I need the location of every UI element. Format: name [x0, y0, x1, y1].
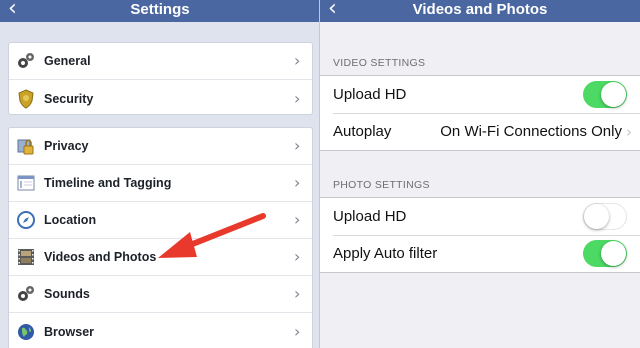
settings-group-account: General › Security ›: [8, 42, 313, 115]
chevron-right-icon: ›: [294, 88, 301, 108]
page-title: Videos and Photos: [412, 1, 548, 18]
photo-upload-hd-toggle[interactable]: [583, 203, 627, 230]
settings-item-sounds[interactable]: Sounds ›: [9, 276, 312, 313]
video-settings-group: Upload HD Autoplay On Wi-Fi Connections …: [320, 75, 640, 151]
settings-item-location[interactable]: Location ›: [9, 202, 312, 239]
chevron-right-icon: ›: [294, 173, 301, 192]
chevron-right-icon: ›: [294, 136, 301, 155]
chevron-right-icon: ›: [294, 51, 301, 70]
film-icon: [15, 246, 37, 268]
settings-item-timeline[interactable]: Timeline and Tagging ›: [9, 165, 312, 202]
settings-item-label: Location: [44, 213, 97, 227]
settings-item-general[interactable]: General ›: [9, 43, 312, 80]
timeline-icon: [15, 172, 37, 194]
chevron-right-icon: ›: [294, 284, 301, 303]
chevron-right-icon: ›: [294, 247, 301, 266]
badge-icon: [15, 88, 37, 110]
auto-filter-toggle[interactable]: [583, 240, 627, 267]
photo-settings-group: Upload HD Apply Auto filter: [320, 197, 640, 273]
settings-item-videos-photos[interactable]: Videos and Photos ›: [9, 239, 312, 276]
settings-item-label: Privacy: [44, 139, 89, 153]
chevron-right-icon: ›: [294, 321, 301, 341]
video-upload-hd-toggle[interactable]: [583, 81, 627, 108]
settings-group-preferences: Privacy › Timeline and Tagging › Locatio…: [8, 127, 313, 348]
videos-photos-pane: ‹ Videos and Photos VIDEO SETTINGS Uploa…: [320, 0, 640, 348]
globe-icon: [15, 321, 37, 343]
auto-filter-cell: Apply Auto filter: [320, 235, 640, 272]
compass-icon: [15, 209, 37, 231]
video-upload-hd-cell: Upload HD: [320, 76, 640, 113]
autoplay-label: Autoplay: [333, 123, 392, 140]
settings-navbar: ‹ Settings: [0, 0, 320, 22]
page-title: Settings: [130, 1, 190, 18]
screen: ‹ Settings General › Security › Privacy …: [0, 0, 640, 348]
photo-upload-hd-cell: Upload HD: [320, 198, 640, 235]
settings-item-privacy[interactable]: Privacy ›: [9, 128, 312, 165]
videos-photos-navbar: ‹ Videos and Photos: [320, 0, 640, 22]
settings-item-label: Browser: [44, 324, 95, 339]
video-settings-header: VIDEO SETTINGS: [333, 57, 426, 69]
photo-settings-header: PHOTO SETTINGS: [333, 179, 430, 191]
gears-icon: [15, 50, 37, 72]
lock-icon: [15, 135, 37, 157]
settings-item-label: General: [44, 54, 91, 68]
chevron-right-icon: ›: [294, 210, 301, 229]
settings-item-security[interactable]: Security ›: [9, 80, 312, 114]
chevron-right-icon: ›: [626, 122, 632, 141]
settings-item-label: Videos and Photos: [44, 250, 157, 264]
settings-item-label: Security: [44, 91, 94, 106]
gears-icon: [15, 283, 37, 305]
autoplay-cell[interactable]: Autoplay On Wi-Fi Connections Only ›: [320, 113, 640, 150]
autoplay-value: On Wi-Fi Connections Only: [440, 123, 622, 140]
settings-item-browser[interactable]: Browser ›: [9, 313, 312, 348]
settings-pane: ‹ Settings General › Security › Privacy …: [0, 0, 320, 348]
settings-item-label: Timeline and Tagging: [44, 176, 172, 190]
settings-item-label: Sounds: [44, 287, 90, 301]
